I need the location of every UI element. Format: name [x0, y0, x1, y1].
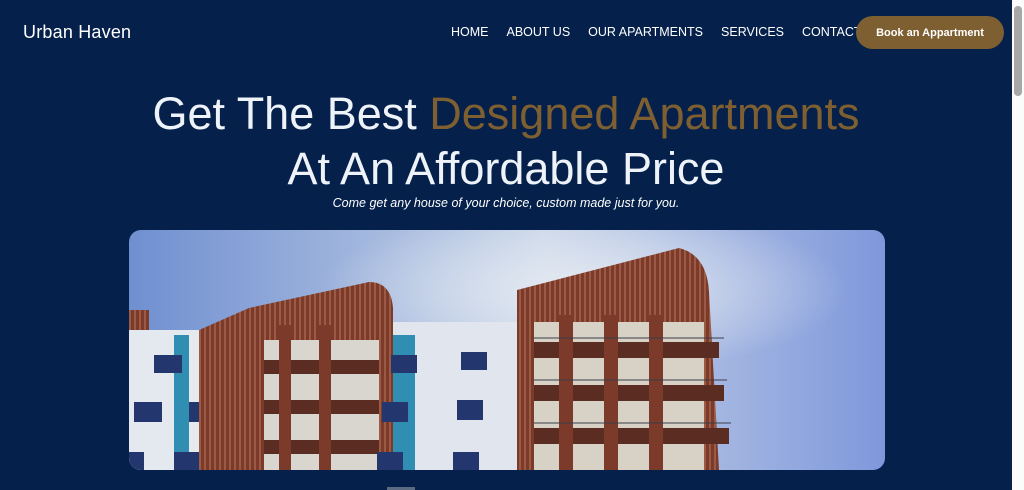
- hero-subtitle: Come get any house of your choice, custo…: [332, 196, 680, 210]
- nav-about-us[interactable]: ABOUT US: [507, 25, 571, 39]
- hero-title-line2: At An Affordable Price: [287, 143, 725, 194]
- nav-services[interactable]: SERVICES: [721, 25, 784, 39]
- hero-building-image: [129, 230, 885, 470]
- hero-title: Get The Best Designed Apartments At An A…: [0, 86, 1012, 196]
- page-scrollbar[interactable]: [1012, 0, 1024, 490]
- book-apartment-button[interactable]: Book an Appartment: [856, 16, 1004, 49]
- nav-home[interactable]: HOME: [451, 25, 489, 39]
- scrollbar-thumb[interactable]: [1014, 6, 1022, 96]
- nav-our-apartments[interactable]: OUR APARTMENTS: [588, 25, 703, 39]
- hero-title-start: Get The Best: [152, 88, 430, 139]
- brand-logo[interactable]: Urban Haven: [23, 22, 131, 43]
- main-nav: HOME ABOUT US OUR APARTMENTS SERVICES CO…: [451, 25, 900, 39]
- hero-title-accent: Designed Apartments: [429, 88, 860, 139]
